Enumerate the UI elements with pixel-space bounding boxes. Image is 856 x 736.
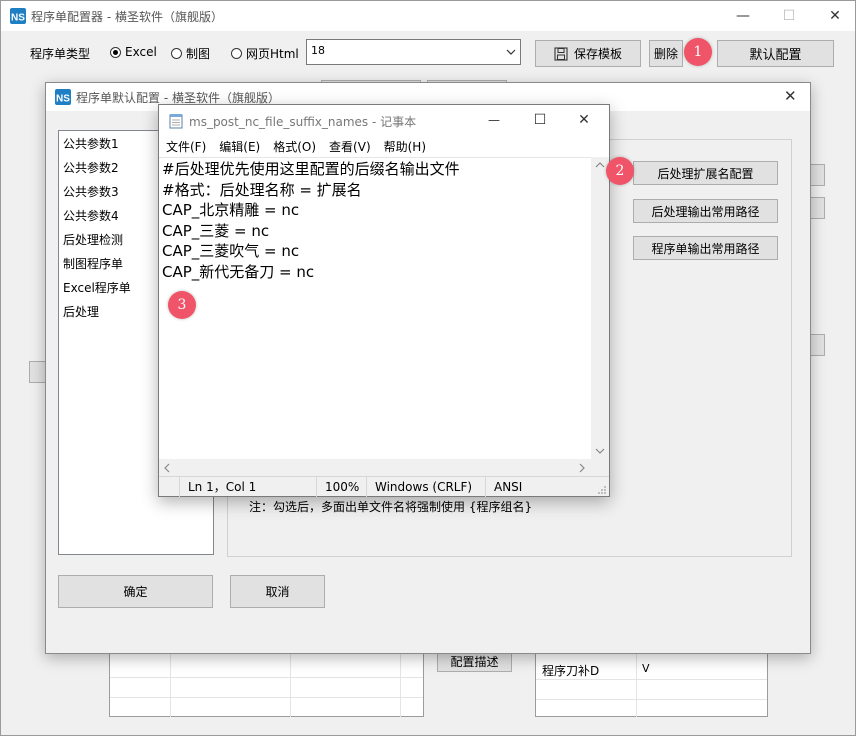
background-edge-button-2[interactable] [811,197,825,219]
main-window-title: 程序单配置器 - 横圣软件（旗舰版） [31,10,223,24]
radio-html-dot[interactable] [231,48,242,59]
scroll-down-icon[interactable] [595,448,605,455]
notepad-status-bar: Ln 1，Col 1 100% Windows (CRLF) ANSI [159,476,609,497]
cancel-button[interactable]: 取消 [230,575,325,608]
radio-excel[interactable]: Excel [110,45,157,59]
background-edge-button-3[interactable] [811,334,825,356]
notepad-menu-bar: 文件(F) 编辑(E) 格式(O) 查看(V) 帮助(H) [166,138,606,156]
svg-text:NS: NS [56,94,70,105]
background-grid-panel [109,653,424,717]
menu-format[interactable]: 格式(O) [273,138,316,156]
notepad-title-bar: ms_post_nc_file_suffix_names - 记事本 — ☐ ✕ [159,105,609,135]
notepad-icon [169,114,183,129]
status-line-ending: Windows (CRLF) [366,477,485,497]
dialog-close-icon[interactable]: ✕ [784,87,797,105]
menu-file[interactable]: 文件(F) [166,138,206,156]
scroll-up-icon[interactable] [595,161,605,168]
text-line: #格式：后处理名称 = 扩展名 [162,180,362,199]
floppy-disk-icon [554,46,568,61]
vertical-scrollbar[interactable] [591,157,609,459]
step-badge-2: 2 [606,157,634,185]
notepad-minimize-button[interactable]: — [471,105,517,135]
table-row-value: V [642,662,650,675]
scroll-corner [591,459,609,476]
svg-text:NS: NS [11,13,25,24]
scroll-left-icon[interactable] [163,463,170,473]
horizontal-scrollbar[interactable] [159,459,591,476]
radio-drawing-dot[interactable] [171,48,182,59]
text-line: CAP_三菱吹气 = nc [162,242,300,260]
radio-html[interactable]: 网页Html [231,45,299,62]
post-output-path-button[interactable]: 后处理输出常用路径 [633,199,778,223]
scroll-right-icon[interactable] [579,463,586,473]
menu-view[interactable]: 查看(V) [329,138,371,156]
template-combo[interactable]: 18 [306,39,521,65]
app-logo-icon: NS [10,8,26,24]
sheet-output-path-button[interactable]: 程序单输出常用路径 [633,236,778,260]
text-line: CAP_北京精雕 = nc [162,201,300,219]
main-title-bar: NS 程序单配置器 - 横圣软件（旗舰版） — ☐ ✕ [1,1,855,31]
radio-drawing-label: 制图 [186,47,211,61]
template-combo-value: 18 [311,44,325,57]
step-badge-3: 3 [168,291,196,319]
status-encoding: ANSI [485,477,609,497]
radio-drawing[interactable]: 制图 [171,45,210,62]
app-logo-icon: NS [55,89,71,105]
chevron-down-icon[interactable] [506,49,516,56]
maximize-button[interactable]: ☐ [766,1,812,31]
save-template-label: 保存模板 [573,47,622,61]
type-label: 程序单类型 [30,47,91,61]
background-table: 程序刀补D V [535,653,768,717]
notepad-title: ms_post_nc_file_suffix_names - 记事本 [189,115,417,129]
ext-name-config-button[interactable]: 后处理扩展名配置 [633,161,778,185]
step-badge-1: 1 [684,38,712,66]
notepad-close-button[interactable]: ✕ [561,105,607,135]
menu-edit[interactable]: 编辑(E) [219,138,260,156]
background-edge-button-1[interactable] [811,164,825,186]
ok-button[interactable]: 确定 [58,575,213,608]
default-config-button[interactable]: 默认配置 [717,40,834,67]
notepad-text-area[interactable]: #后处理优先使用这里配置的后缀名输出文件 #格式：后处理名称 = 扩展名 CAP… [159,157,591,459]
notepad-maximize-button[interactable]: ☐ [517,105,563,135]
radio-excel-dot[interactable] [110,46,121,58]
notepad-window: ms_post_nc_file_suffix_names - 记事本 — ☐ ✕… [158,104,610,497]
text-line: CAP_新代无备刀 = nc [162,262,315,281]
table-row-label: 程序刀补D [542,664,600,678]
note-text: 注：勾选后，多面出单文件名将强制使用 {程序组名} [249,500,533,514]
radio-html-label: 网页Html [246,47,299,61]
delete-button[interactable]: 删除 [649,40,683,67]
text-line: #后处理优先使用这里配置的后缀名输出文件 [162,160,460,178]
status-position: Ln 1，Col 1 [179,477,316,497]
minimize-button[interactable]: — [720,1,766,31]
radio-excel-label: Excel [125,45,157,59]
save-template-button[interactable]: 保存模板 [535,40,641,67]
menu-help[interactable]: 帮助(H) [384,138,426,156]
text-line: CAP_三菱 = nc [162,221,270,240]
status-zoom: 100% [316,477,366,497]
close-button[interactable]: ✕ [812,1,856,31]
resize-grip-icon[interactable] [597,485,607,495]
